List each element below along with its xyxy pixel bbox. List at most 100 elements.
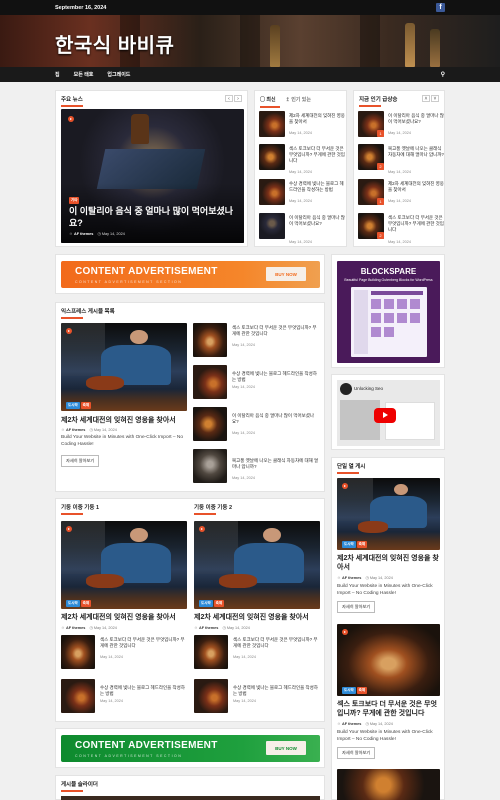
video-play-icon[interactable] [68,116,74,122]
post-title[interactable]: 제2차 세계대전의 잊혀진 영웅을 찾아서 [388,181,444,193]
post-title[interactable]: 제2차 세계대전의 잊혀진 영웅을 찾아서 [337,554,441,572]
post-image[interactable] [337,769,440,800]
list-item[interactable]: 섹스 토크보다 더 무서운 것은 무엇입니까? 무게에 관한 것입니다 May … [193,323,321,361]
post-thumbnail[interactable] [259,111,285,137]
author-name[interactable]: AF themes [66,428,85,432]
buy-now-button[interactable]: BUY NOW [266,267,306,281]
list-item[interactable]: 섹스 토크보다 더 무서운 것은 무엇입니까? 무게에 관한 것입니다 May … [61,635,187,673]
post-title[interactable]: 섹스 토크보다 더 무서운 것은 무엇입니까? 무게에 관한 것입니다 [233,637,319,649]
post-thumbnail[interactable] [193,365,227,399]
next-arrow-icon[interactable]: › [234,95,242,102]
read-more-button[interactable]: 자세히 알아보기 [337,601,376,613]
category-badge[interactable]: 축제 [80,600,92,607]
up-arrow-icon[interactable]: ˄ [422,95,430,102]
author-name[interactable]: AF themes [342,576,361,580]
category-badge[interactable]: 기타 [69,197,80,204]
post-title[interactable]: 수상 경력에 빛나는 블로그 헤드라인을 작성하는 방법 [233,685,319,697]
column-main-image[interactable]: 도시락 축제 [194,521,320,609]
author-name[interactable]: AF themes [342,722,361,726]
search-icon[interactable]: ⚲ [441,71,445,78]
main-news-image[interactable]: 기타 이 이탈리아 음식 중 얼마나 많이 먹어보셨나요? ☺ AF theme… [61,109,244,243]
post-title[interactable]: 수상 경력에 빛나는 블로그 헤드라인을 작성하는 방법 [289,181,345,193]
channel-name[interactable]: Unlocking Seo [354,386,383,391]
list-item[interactable]: 이 이탈리아 음식 중 얼마나 많이 먹어보셨나요? May 14, 2024 [193,407,321,445]
category-badge[interactable]: 축제 [356,687,368,694]
list-item[interactable]: 수상 경력에 빛나는 블로그 헤드라인을 작성하는 방법 May 14, 202… [193,365,321,403]
trending-item[interactable]: 1 제2차 세계대전의 잊혀진 영웅을 찾아서 May 14, 2024 [358,179,444,209]
nav-item-all-tags[interactable]: 모든 태호 [74,71,94,78]
post-thumbnail[interactable] [259,179,285,205]
list-item[interactable]: 수상 경력에 빛나는 블로그 헤드라인을 작성하는 방법 May 14, 202… [61,679,187,717]
category-badge[interactable]: 도시락 [342,687,356,694]
author-name[interactable]: AF themes [66,626,85,630]
video-embed[interactable]: Unlocking Seo [337,380,440,446]
category-badge[interactable]: 도시락 [66,600,80,607]
post-title[interactable]: 이 이탈리아 음식 중 얼마나 많이 먹어보셨나요? [388,113,444,125]
post-thumbnail[interactable] [193,407,227,441]
category-badge[interactable]: 도시락 [66,402,80,409]
post-thumbnail[interactable] [194,679,228,713]
post-title[interactable]: 복고풍 옛날에 나오는 클래식 자동차에 대해 얼마나 압니까? [388,146,444,158]
category-badge[interactable]: 축제 [356,541,368,548]
post-title[interactable]: 제2차 세계대전의 잊혀진 영웅을 찾아서 [61,613,187,622]
post-thumbnail[interactable] [193,323,227,357]
content-ad-banner[interactable]: CONTENT ADVERTISEMENT CONTENT ADVERTISEM… [61,735,320,762]
post-image[interactable]: 도시락 축제 [337,478,440,550]
channel-avatar[interactable] [340,383,352,395]
list-item[interactable]: 제2차 세계대전의 잊혀진 영웅을 찾아서 May 14, 2024 [259,111,345,141]
post-title[interactable]: 섹스 토크보다 더 무서운 것은 무엇입니까? 무게에 관한 것입니다 [337,700,441,718]
blockspare-ad[interactable]: BLOCKSPARE Beautiful Page Building Guten… [337,261,440,363]
list-item[interactable]: 수상 경력에 빛나는 블로그 헤드라인을 작성하는 방법 May 14, 202… [194,679,320,717]
post-thumbnail[interactable] [61,679,95,713]
post-thumbnail[interactable] [194,635,228,669]
read-more-button[interactable]: 자세히 알아보기 [61,455,100,467]
category-badge[interactable]: 축제 [80,402,92,409]
video-play-icon[interactable] [66,526,72,532]
video-play-icon[interactable] [66,328,72,334]
list-item[interactable]: 섹스 토크보다 더 무서운 것은 무엇입니까? 무게에 관한 것입니다 May … [194,635,320,673]
category-badge[interactable]: 축제 [213,600,225,607]
column-main-image[interactable]: 도시락 축제 [61,521,187,609]
video-play-icon[interactable] [342,483,348,489]
post-title[interactable]: 수상 경력에 빛나는 블로그 헤드라인을 작성하는 방법 [232,371,320,383]
content-ad-banner[interactable]: CONTENT ADVERTISEMENT CONTENT ADVERTISEM… [61,261,320,288]
post-thumbnail[interactable] [259,213,285,239]
site-title[interactable]: 한국식 바비큐 [55,29,174,58]
category-badge[interactable]: 도시락 [199,600,213,607]
list-item[interactable]: 수상 경력에 빛나는 블로그 헤드라인을 작성하는 방법 May 14, 202… [259,179,345,209]
list-item[interactable]: 이 이탈리아 음식 중 얼마나 많이 먹어보셨나요? May 14, 2024 [259,213,345,244]
read-more-button[interactable]: 자세히 알아보기 [337,747,376,759]
author-name[interactable]: AF themes [74,232,93,236]
facebook-icon[interactable]: f [436,3,445,12]
down-arrow-icon[interactable]: ˅ [431,95,439,102]
list-item[interactable]: 섹스 토크보다 더 무서운 것은 무엇입니까? 무게에 관한 것입니다 May … [259,144,345,174]
post-title[interactable]: 복고풍 옛날에 나오는 클래식 자동차에 대해 얼마나 압니까? [232,458,320,470]
post-title[interactable]: 제2차 세계대전의 잊혀진 영웅을 찾아서 [61,416,187,425]
post-title[interactable]: 섹스 토크보다 더 무서운 것은 무엇입니까? 무게에 관한 것입니다 [232,325,320,337]
post-image[interactable]: 도시락 축제 [337,624,440,696]
post-title[interactable]: 이 이탈리아 음식 중 얼마나 많이 먹어보셨나요? [232,413,320,425]
trending-item[interactable]: 2 섹스 토크보다 더 무서운 것은 무엇입니까? 무게에 관한 것입니다 Ma… [358,213,444,244]
list-item[interactable]: 복고풍 옛날에 나오는 클래식 자동차에 대해 얼마나 압니까? May 14,… [193,449,321,487]
trending-item[interactable]: 2 복고풍 옛날에 나오는 클래식 자동차에 대해 얼마나 압니까? May 1… [358,144,444,174]
post-title[interactable]: 섹스 토크보다 더 무서운 것은 무엇입니까? 무게에 관한 것입니다 [388,215,444,233]
post-title[interactable]: 수상 경력에 빛나는 블로그 헤드라인을 작성하는 방법 [100,685,186,697]
express-main-image[interactable]: 도시락 축제 [61,323,187,411]
nav-item-home[interactable]: 집 [55,71,60,78]
trending-item[interactable]: 1 이 이탈리아 음식 중 얼마나 많이 먹어보셨나요? May 14, 202… [358,111,444,141]
post-thumbnail[interactable] [259,144,285,170]
prev-arrow-icon[interactable]: ‹ [225,95,233,102]
tab-popular[interactable]: ↥ 인기 있는 [286,96,311,103]
tab-latest[interactable]: ◯ 최신 [260,96,276,103]
post-title[interactable]: 섹스 토크보다 더 무서운 것은 무엇입니까? 무게에 관한 것입니다 [289,146,345,164]
post-title[interactable]: 제2차 세계대전의 잊혀진 영웅을 찾아서 [194,613,320,622]
main-news-headline[interactable]: 이 이탈리아 음식 중 얼마나 많이 먹어보셨나요? [69,205,241,229]
nav-item-upgrade[interactable]: 업그레이드 [107,71,130,78]
video-play-icon[interactable] [199,526,205,532]
post-title[interactable]: 제2차 세계대전의 잊혀진 영웅을 찾아서 [289,113,345,125]
youtube-play-icon[interactable] [374,408,396,423]
category-badge[interactable]: 도시락 [342,541,356,548]
post-thumbnail[interactable] [193,449,227,483]
post-title[interactable]: 이 이탈리아 음식 중 얼마나 많이 먹어보셨나요? [289,215,345,227]
video-play-icon[interactable] [342,629,348,635]
